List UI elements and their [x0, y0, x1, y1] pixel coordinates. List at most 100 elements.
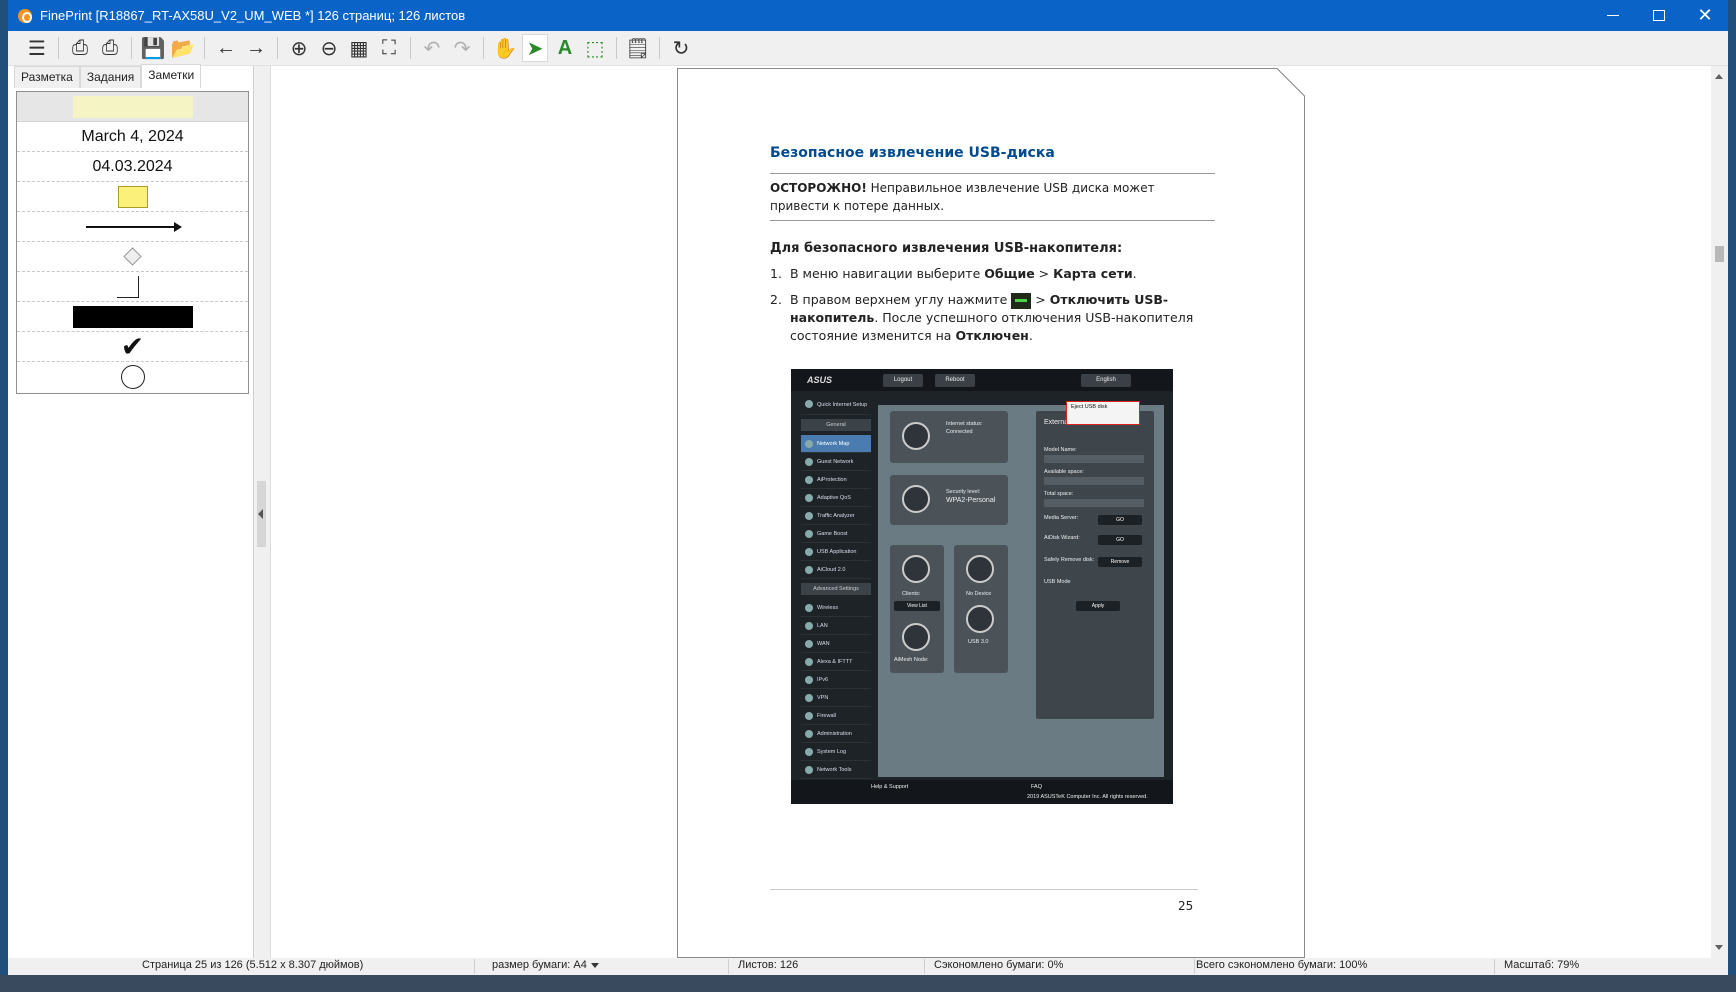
- circle-stamp[interactable]: [17, 362, 248, 392]
- router-menu-item: USB Application: [801, 543, 871, 561]
- language-select: English: [1081, 374, 1131, 387]
- vertical-scrollbar[interactable]: [1711, 66, 1728, 958]
- toolbar-separator: [58, 37, 59, 59]
- sticky-note-stamp[interactable]: [17, 182, 248, 212]
- step-text: В правом верхнем углу нажмите > Отключит…: [790, 291, 1215, 345]
- undo-icon[interactable]: ↶: [419, 34, 445, 62]
- internet-card: Internet status: Connected: [890, 411, 1008, 463]
- toolbar-separator: [204, 37, 205, 59]
- back-arrow-icon[interactable]: ←: [213, 34, 239, 62]
- scroll-up-icon[interactable]: [1715, 74, 1723, 79]
- router-advanced-header: Advanced Settings: [801, 583, 871, 595]
- scroll-down-icon[interactable]: [1715, 945, 1723, 950]
- window-title: FinePrint [R18867_RT-AX58U_V2_UM_WEB *] …: [40, 8, 466, 23]
- left-panel: Разметка Задания Заметки March 4, 2024 0…: [8, 64, 254, 958]
- panel-splitter[interactable]: [254, 66, 270, 958]
- hand-icon[interactable]: ✋: [492, 34, 518, 62]
- monitor-icon: [902, 555, 930, 583]
- step-2: 2. В правом верхнем углу нажмите > Отклю…: [770, 291, 1215, 345]
- router-menu-item: Firewall: [801, 707, 871, 725]
- paper-size-dropdown[interactable]: размер бумаги: A4: [492, 959, 599, 971]
- pointer-icon[interactable]: ➤: [522, 34, 548, 62]
- router-menu-item: Guest Network: [801, 453, 871, 471]
- step-1: 1. В меню навигации выберите Общие > Кар…: [770, 265, 1215, 283]
- no-device-label: No Device: [966, 591, 992, 597]
- section-heading: Безопасное извлечение USB-диска: [770, 145, 1055, 161]
- status-separator: [1494, 959, 1495, 974]
- usb-port-icon: [966, 555, 994, 583]
- main-toolbar: ☰ ⎙ ⎙ 💾 📂 ← → ⊕ ⊖ ▦ ⛶ ↶ ↷ ✋ ➤ A ⬚ 🗒 ↻: [8, 31, 1728, 66]
- scroll-thumb[interactable]: [1715, 246, 1724, 262]
- external-usb-panel: External Model Name: Available space: To…: [1036, 411, 1154, 719]
- circle-icon: [120, 365, 145, 389]
- router-menu-item: Game Boost: [801, 525, 871, 543]
- available-space-field: [1044, 477, 1144, 485]
- document-canvas[interactable]: Безопасное извлечение USB-диска ОСТОРОЖН…: [270, 66, 1711, 958]
- notes-icon[interactable]: 🗒: [625, 34, 651, 62]
- apply-button: Apply: [1076, 601, 1120, 611]
- router-sidebar: Quick Internet Setup General Network Map…: [801, 391, 871, 791]
- forward-arrow-icon[interactable]: →: [243, 34, 269, 62]
- step-1-text: В меню навигации выберите: [790, 266, 985, 281]
- redo-icon[interactable]: ↷: [449, 34, 475, 62]
- page-number: 25: [1178, 899, 1194, 913]
- date-short-stamp[interactable]: 04.03.2024: [17, 152, 248, 182]
- highlight-stamp[interactable]: [17, 92, 248, 122]
- eject-usb-popup: Eject USB disk: [1066, 401, 1140, 425]
- router-menu-item: Network Map: [801, 435, 871, 453]
- router-icon: [902, 485, 930, 513]
- diamond-stamp[interactable]: [17, 242, 248, 272]
- menu-icon[interactable]: ☰: [24, 34, 50, 62]
- minimize-button[interactable]: [1590, 0, 1636, 31]
- grid-icon[interactable]: ▦: [346, 34, 372, 62]
- text-tool-icon[interactable]: A: [552, 34, 578, 62]
- check-stamp[interactable]: ✔: [17, 332, 248, 362]
- redact-stamp[interactable]: [17, 302, 248, 332]
- router-network-map: Internet status: Connected Security leve…: [878, 401, 1164, 777]
- arrow-stamp[interactable]: [17, 212, 248, 242]
- title-bar[interactable]: FinePrint [R18867_RT-AX58U_V2_UM_WEB *] …: [8, 0, 1728, 31]
- router-menu-item: Quick Internet Setup: [801, 395, 871, 415]
- toolbar-separator: [616, 37, 617, 59]
- taskbar-strip: [0, 975, 1736, 992]
- save-icon[interactable]: 💾: [140, 34, 166, 62]
- fit-page-icon[interactable]: ⛶: [376, 34, 402, 62]
- router-menu-item: AiCloud 2.0: [801, 561, 871, 579]
- checkmark-icon: ✔: [120, 330, 145, 362]
- router-screenshot: ASUS Logout Reboot English Quick Interne…: [791, 369, 1173, 804]
- router-menu-item: Network Tools: [801, 761, 871, 779]
- zoom-in-icon[interactable]: ⊕: [286, 34, 312, 62]
- media-server-label: Media Server:: [1044, 515, 1079, 521]
- zoom-out-icon[interactable]: ⊖: [316, 34, 342, 62]
- desktop-background-right: [1728, 0, 1736, 975]
- router-menu-item: LAN: [801, 617, 871, 635]
- fineprint-app-icon[interactable]: [18, 8, 32, 23]
- toolbar-separator: [131, 37, 132, 59]
- open-folder-icon[interactable]: 📂: [170, 34, 196, 62]
- step-2-gt: >: [1031, 292, 1050, 307]
- tab-notes[interactable]: Заметки: [141, 64, 202, 88]
- corner-stamp[interactable]: [17, 272, 248, 302]
- step-2-end: .: [1028, 328, 1033, 343]
- select-region-icon[interactable]: ⬚: [582, 34, 608, 62]
- date-long-stamp[interactable]: March 4, 2024: [17, 122, 248, 152]
- diamond-icon: [123, 247, 142, 266]
- close-button[interactable]: ✕: [1682, 0, 1728, 31]
- usb-card: No Device USB 3.0: [954, 545, 1008, 673]
- print-icon[interactable]: ⎙: [67, 34, 93, 62]
- maximize-button[interactable]: [1636, 0, 1682, 31]
- toolbar-separator: [659, 37, 660, 59]
- view-list-button: View List: [894, 601, 940, 611]
- router-menu-item: Administration: [801, 725, 871, 743]
- aimesh-icon: [902, 623, 930, 651]
- status-saved: Сэкономлено бумаги: 0%: [934, 959, 1064, 971]
- safely-remove-label: Safely Remove disk:: [1044, 557, 1095, 563]
- refresh-icon[interactable]: ↻: [668, 34, 694, 62]
- tab-markup[interactable]: Разметка: [14, 66, 80, 88]
- toolbar-separator: [277, 37, 278, 59]
- tab-jobs[interactable]: Задания: [79, 66, 142, 88]
- print-settings-icon[interactable]: ⎙: [97, 34, 123, 62]
- step-2-disconnected: Отключен: [955, 328, 1029, 343]
- status-separator: [1194, 959, 1195, 974]
- collapse-panel-handle[interactable]: [257, 481, 266, 547]
